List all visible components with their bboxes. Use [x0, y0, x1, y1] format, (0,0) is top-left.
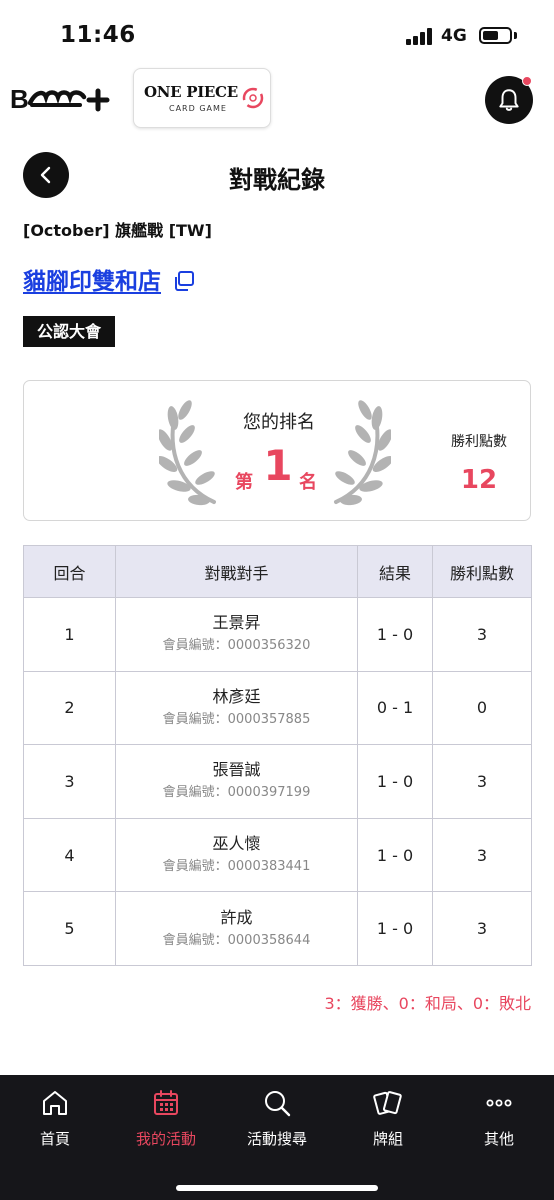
cards-icon	[373, 1091, 402, 1115]
home-icon	[43, 1091, 67, 1115]
rank-label: 您的排名	[243, 412, 315, 433]
points-cell: 3	[432, 817, 532, 893]
nav-item-more[interactable]: 其他	[444, 1075, 554, 1165]
header-points: 勝利點數	[432, 545, 532, 598]
more-icon	[486, 1099, 512, 1107]
page-title: 對戰紀錄	[229, 166, 325, 194]
app-logo[interactable]: B	[10, 83, 114, 115]
nav-label-event-search: 活動搜尋	[246, 1130, 307, 1148]
home-indicator[interactable]	[176, 1185, 378, 1191]
opponent-cell: 張晉誠 會員編號：0000397199	[115, 744, 358, 819]
round-cell: 3	[23, 744, 116, 819]
opponent-cell: 巫人懷 會員編號：0000383441	[115, 817, 358, 893]
nav-item-home[interactable]: 首頁	[0, 1075, 110, 1165]
nav-item-my-events[interactable]: 我的活動	[111, 1075, 221, 1165]
signal-icon	[406, 28, 434, 45]
app-header: B ONE PIECE CARD GAME	[0, 68, 554, 130]
round-cell: 2	[23, 670, 116, 746]
official-event-badge: 公認大會	[23, 316, 116, 347]
points-cell: 0	[432, 670, 532, 746]
result-cell: 1 - 0	[357, 744, 433, 819]
results-table: 回合 對戰對手 結果 勝利點數 1 王景昇 會員編號：0000356320 1 …	[23, 545, 532, 966]
member-number: 會員編號：0000357885	[162, 711, 311, 727]
rank-value: 1	[263, 441, 293, 490]
opponent-name: 張晉誠	[212, 760, 261, 780]
op-logo-subtitle: CARD GAME	[169, 104, 227, 113]
table-header-row: 回合 對戰對手 結果 勝利點數	[23, 545, 532, 598]
store-link[interactable]: 貓腳印雙和店	[23, 262, 161, 296]
opponent-cell: 王景昇 會員編號：0000356320	[115, 597, 358, 672]
nav-label-decks: 牌組	[372, 1130, 403, 1148]
round-cell: 1	[23, 597, 116, 672]
result-cell: 0 - 1	[357, 670, 433, 746]
table-row: 3 張晉誠 會員編號：0000397199 1 - 0 3	[23, 744, 532, 819]
points-legend: 3：獲勝、0：和局、0：敗北	[324, 994, 531, 1013]
points-value: 12	[460, 465, 498, 495]
result-cell: 1 - 0	[357, 817, 433, 893]
nav-item-event-search[interactable]: 活動搜尋	[222, 1075, 332, 1165]
external-link-icon[interactable]	[173, 270, 195, 292]
result-cell: 1 - 0	[357, 891, 433, 966]
event-name: [October] 旗艦戰 [TW]	[23, 221, 212, 240]
rank-prefix: 第	[235, 472, 253, 493]
nav-label-home: 首頁	[39, 1130, 70, 1148]
round-cell: 4	[23, 817, 116, 893]
nav-label-more: 其他	[483, 1130, 514, 1148]
nav-item-decks[interactable]: 牌組	[333, 1075, 443, 1165]
points-cell: 3	[432, 597, 532, 672]
opponent-cell: 林彥廷 會員編號：0000357885	[115, 670, 358, 746]
opponent-name: 巫人懷	[212, 834, 261, 854]
member-number: 會員編號：0000358644	[162, 932, 311, 948]
bell-icon	[499, 89, 519, 111]
notification-dot	[522, 76, 532, 86]
table-row: 2 林彥廷 會員編號：0000357885 0 - 1 0	[23, 670, 532, 746]
table-row: 4 巫人懷 會員編號：0000383441 1 - 0 3	[23, 817, 532, 893]
store-row: 貓腳印雙和店	[23, 262, 195, 296]
opponent-name: 王景昇	[212, 613, 261, 633]
rank-suffix: 名	[299, 472, 317, 493]
result-cell: 1 - 0	[357, 597, 433, 672]
header-result: 結果	[357, 545, 433, 598]
points-cell: 3	[432, 891, 532, 966]
header-opponent: 對戰對手	[115, 545, 358, 598]
op-ring-icon	[242, 87, 264, 109]
op-logo-title: ONE PIECE	[144, 83, 238, 101]
round-cell: 5	[23, 891, 116, 966]
table-row: 1 王景昇 會員編號：0000356320 1 - 0 3	[23, 597, 532, 672]
status-bar: 11:46 4G	[0, 0, 554, 70]
network-label: 4G	[441, 26, 467, 46]
points-label: 勝利點數	[451, 434, 507, 450]
member-number: 會員編號：0000397199	[162, 785, 311, 801]
table-row: 5 許成 會員編號：0000358644 1 - 0 3	[23, 891, 532, 966]
nav-label-my-events: 我的活動	[135, 1130, 196, 1148]
member-number: 會員編號：0000356320	[162, 638, 311, 654]
header-round: 回合	[23, 545, 116, 598]
bottom-nav: 首頁 我的活動 活動搜尋 牌組 其他	[0, 1075, 554, 1200]
one-piece-logo[interactable]: ONE PIECE CARD GAME	[133, 68, 271, 128]
opponent-cell: 許成 會員編號：0000358644	[115, 891, 358, 966]
svg-text:B: B	[10, 84, 29, 114]
member-number: 會員編號：0000383441	[162, 859, 311, 875]
calendar-icon	[154, 1090, 178, 1115]
search-icon	[265, 1091, 291, 1117]
points-cell: 3	[432, 744, 532, 819]
opponent-name: 林彥廷	[212, 686, 261, 706]
battery-icon	[479, 27, 512, 44]
opponent-name: 許成	[220, 907, 253, 927]
status-time: 11:46	[60, 22, 136, 48]
ranking-card: 您的排名 第 1 名 勝利點數 12	[23, 380, 531, 521]
notification-button[interactable]	[485, 76, 533, 124]
